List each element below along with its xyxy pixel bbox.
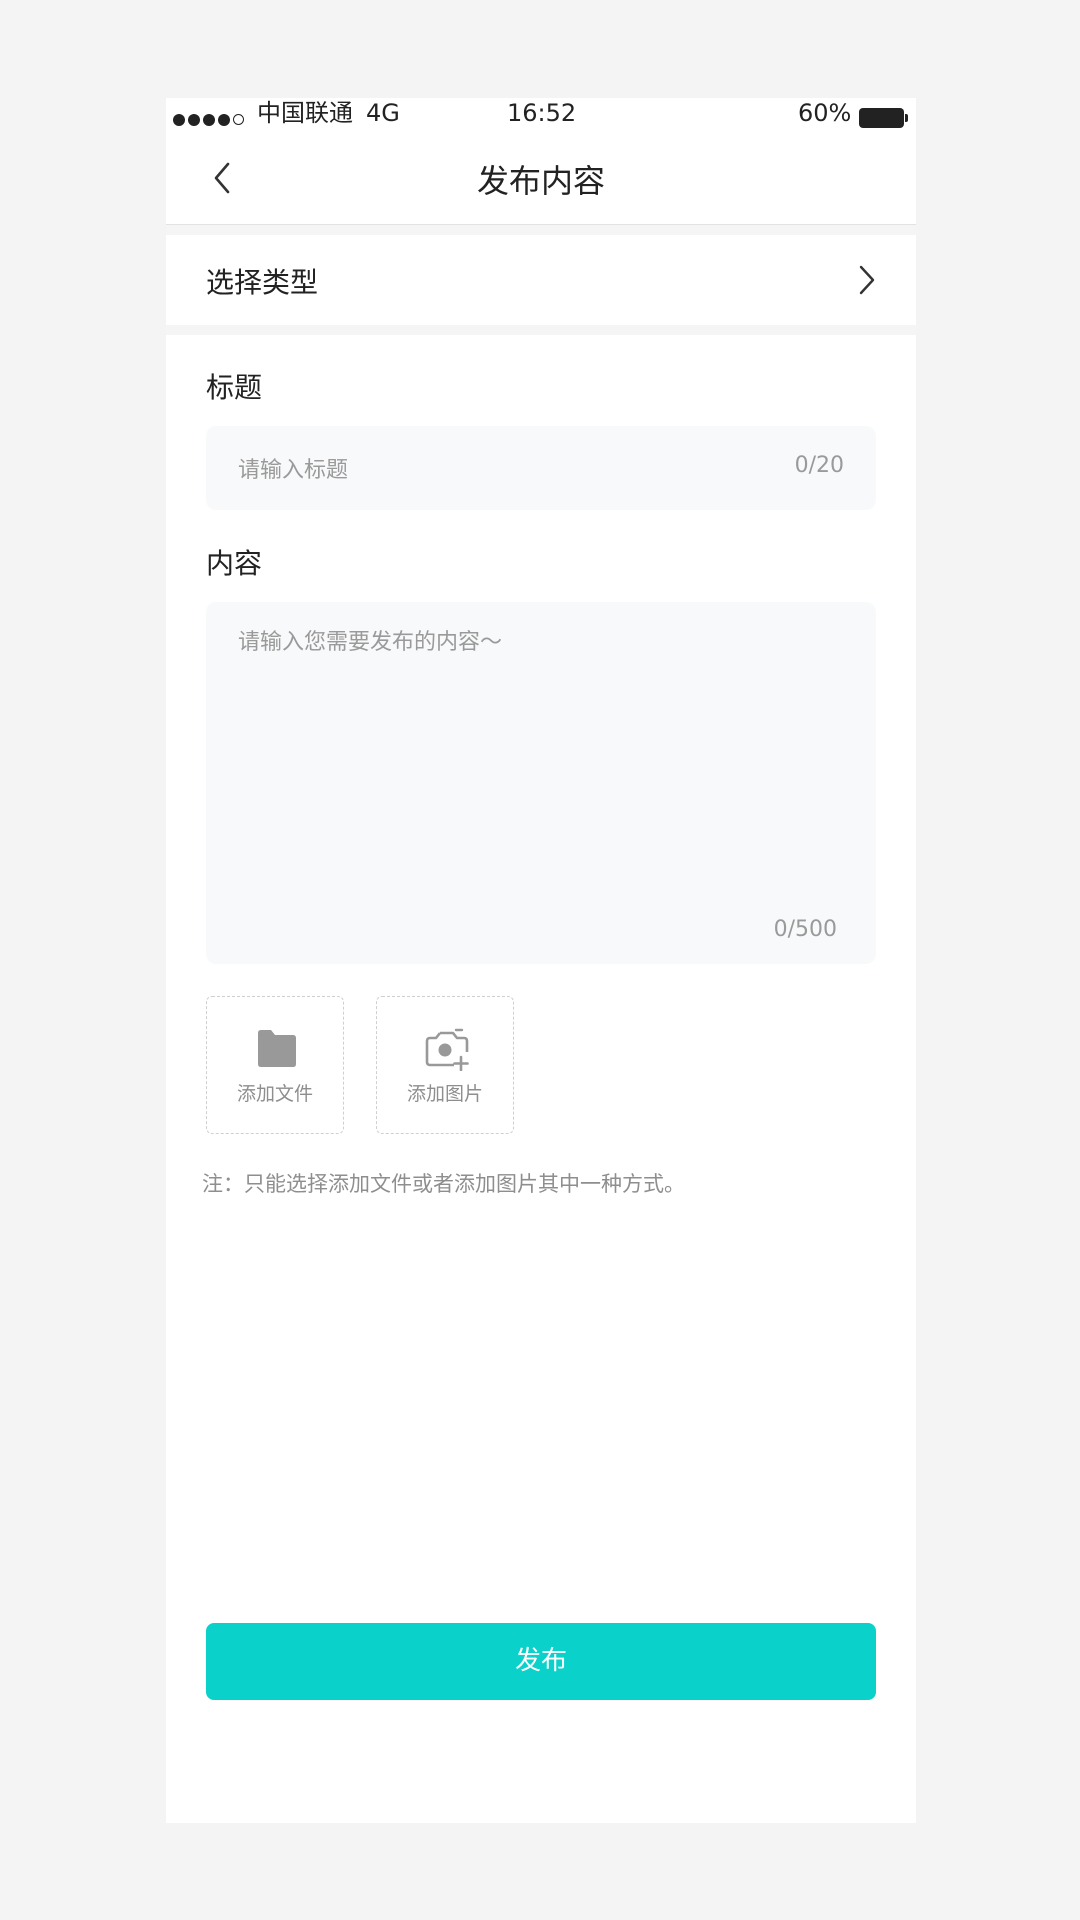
status-time: 16:52 — [507, 99, 577, 127]
network-type: 4G — [366, 99, 400, 127]
add-file-label: 添加文件 — [236, 1083, 313, 1105]
title-placeholder: 请输入标题 — [238, 458, 349, 483]
add-file-button[interactable]: 添加文件 — [206, 996, 344, 1134]
add-image-button[interactable]: 添加图片 — [376, 996, 514, 1134]
title-label: 标题 — [206, 371, 263, 404]
title-char-count: 0/20 — [794, 453, 844, 478]
publish-button[interactable]: 发布 — [206, 1623, 876, 1700]
page-title: 发布内容 — [476, 162, 605, 200]
camera-add-icon — [425, 1028, 469, 1071]
content-char-count: 0/500 — [773, 917, 837, 942]
select-type-row[interactable]: 选择类型 — [166, 235, 916, 325]
chevron-right-icon — [859, 265, 875, 295]
select-type-label: 选择类型 — [206, 266, 319, 299]
content-label: 内容 — [206, 547, 263, 580]
battery-icon — [859, 108, 908, 128]
status-bar: 中国联通 4G 16:52 60% — [166, 98, 916, 138]
folder-icon — [258, 1030, 296, 1067]
phone-screen: 中国联通 4G 16:52 60% 发布内容 选择类型 标题 请输入标题 0/2… — [166, 98, 916, 1823]
content-textarea[interactable]: 请输入您需要发布的内容～ 0/500 — [206, 602, 876, 964]
note-text: 注：只能选择添加文件或者添加图片其中一种方式。 — [202, 1172, 685, 1196]
title-input[interactable]: 请输入标题 0/20 — [206, 426, 876, 510]
signal-strength-icon — [173, 114, 244, 126]
content-placeholder: 请输入您需要发布的内容～ — [238, 630, 503, 655]
battery-percentage: 60% — [798, 99, 852, 127]
carrier-name: 中国联通 — [257, 99, 353, 127]
navigation-bar: 发布内容 — [166, 138, 916, 225]
divider — [166, 225, 916, 235]
add-image-label: 添加图片 — [406, 1083, 483, 1105]
divider — [166, 325, 916, 335]
